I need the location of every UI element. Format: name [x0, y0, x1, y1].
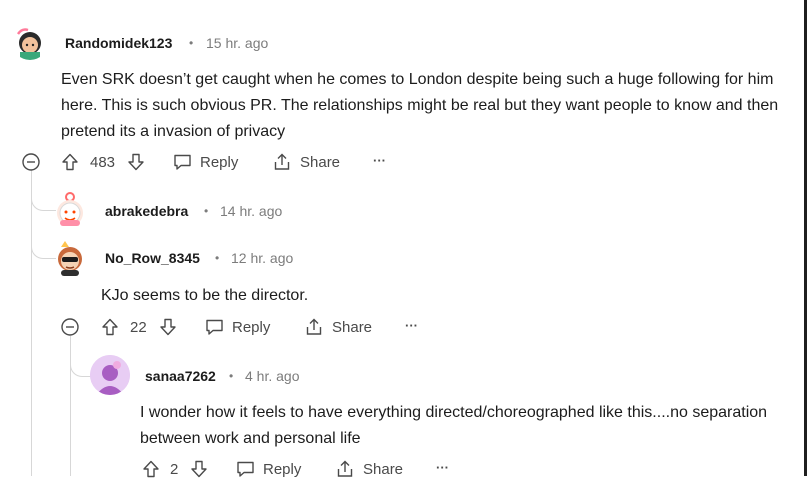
comment-timestamp[interactable]: 14 hr. ago	[220, 203, 282, 219]
comment-author[interactable]: sanaa7262	[145, 368, 216, 384]
meta-separator: •	[229, 369, 234, 383]
avatar[interactable]	[90, 355, 130, 395]
avatar-image	[16, 28, 41, 60]
downvote-button[interactable]	[190, 460, 208, 478]
avatar[interactable]	[12, 24, 48, 60]
comment-author[interactable]: No_Row_8345	[105, 250, 200, 266]
share-label: Share	[332, 318, 373, 336]
upvote-icon	[62, 153, 78, 171]
thread-connector	[70, 336, 91, 377]
avatar-image	[57, 192, 83, 226]
collapse-thread-button[interactable]	[61, 318, 79, 336]
collapse-icon	[61, 318, 79, 336]
avatar-image	[90, 355, 130, 395]
comment-author[interactable]: Randomidek123	[65, 35, 172, 51]
reply-button[interactable]: Reply	[173, 153, 238, 171]
comment-timestamp[interactable]: 15 hr. ago	[206, 35, 268, 51]
meta-separator: •	[204, 204, 209, 218]
meta-separator: •	[189, 36, 194, 50]
share-button[interactable]: Share	[305, 318, 372, 336]
share-label: Share	[363, 460, 404, 478]
share-label: Share	[300, 153, 341, 171]
reply-icon	[237, 461, 254, 477]
avatar[interactable]	[53, 189, 87, 229]
comment-body: KJo seems to be the director.	[101, 287, 309, 304]
share-button[interactable]: Share	[273, 153, 340, 171]
more-options-button[interactable]: ···	[373, 153, 386, 168]
upvote-button[interactable]	[142, 460, 160, 478]
collapse-thread-button[interactable]	[22, 153, 40, 171]
reply-button[interactable]: Reply	[205, 318, 270, 336]
upvote-icon	[143, 460, 159, 478]
reply-icon	[206, 319, 223, 335]
meta-separator: •	[215, 251, 220, 265]
vote-count: 483	[90, 154, 116, 171]
share-icon	[337, 460, 353, 477]
downvote-button[interactable]	[127, 153, 145, 171]
share-icon	[274, 153, 290, 170]
avatar-image	[58, 241, 82, 276]
share-button[interactable]: Share	[336, 460, 403, 478]
reply-label: Reply	[200, 153, 239, 171]
comment-timestamp[interactable]: 4 hr. ago	[245, 368, 300, 384]
comment-body: I wonder how it feels to have everything…	[140, 404, 768, 447]
vote-count: 2	[170, 461, 179, 478]
upvote-icon	[102, 318, 118, 336]
comment-timestamp[interactable]: 12 hr. ago	[231, 250, 293, 266]
downvote-button[interactable]	[159, 318, 177, 336]
share-icon	[306, 318, 322, 335]
reply-label: Reply	[232, 318, 271, 336]
reply-button[interactable]: Reply	[236, 460, 301, 478]
vote-count: 22	[130, 319, 147, 336]
more-options-button[interactable]: ···	[405, 318, 418, 333]
upvote-button[interactable]	[101, 318, 119, 336]
comment-author[interactable]: abrakedebra	[105, 203, 188, 219]
downvote-icon	[191, 460, 207, 478]
more-options-button[interactable]: ···	[436, 460, 449, 475]
reply-label: Reply	[263, 460, 302, 478]
collapse-icon	[22, 153, 40, 171]
reply-icon	[174, 154, 191, 170]
avatar[interactable]	[53, 237, 87, 277]
comment-body: Even SRK doesn’t get caught when he come…	[61, 71, 779, 140]
downvote-icon	[160, 318, 176, 336]
upvote-button[interactable]	[61, 153, 79, 171]
downvote-icon	[128, 153, 144, 171]
